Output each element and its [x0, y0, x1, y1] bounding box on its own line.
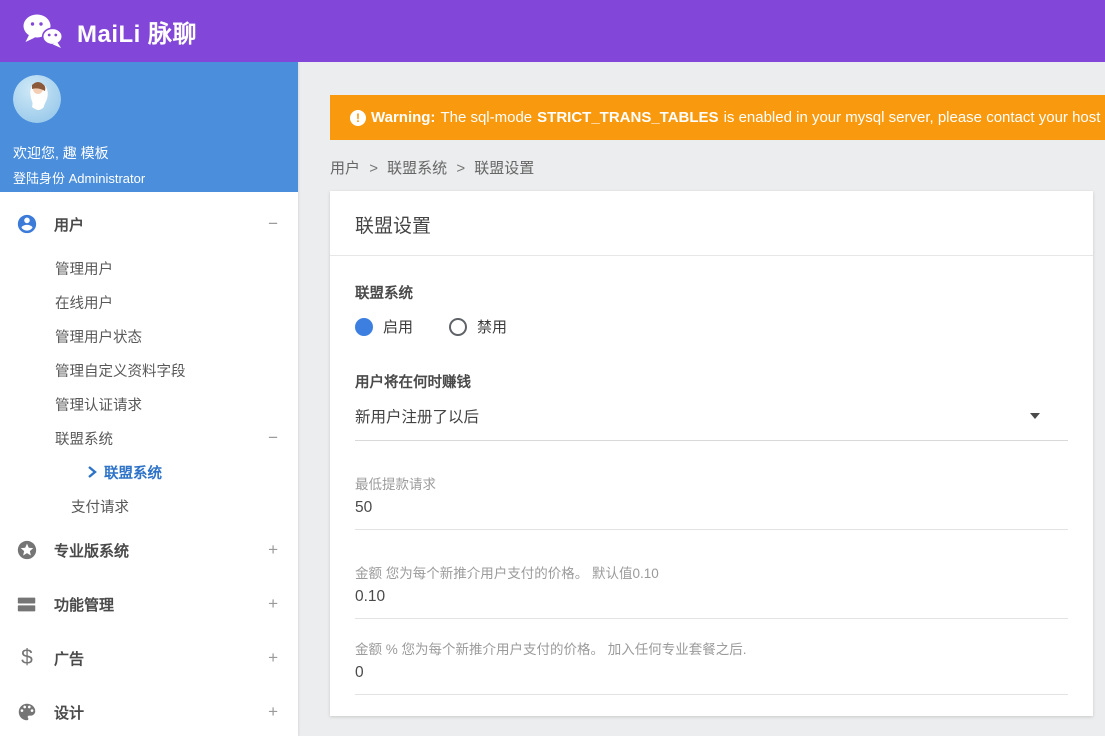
sidebar-nav: 用户 − 管理用户 在线用户 管理用户状态 管理自定义资料字段 管理认证请求 联… — [0, 192, 298, 736]
expand-toggle[interactable]: + — [268, 540, 278, 560]
expand-toggle[interactable]: + — [268, 648, 278, 668]
affiliate-settings-form: 联盟系统 启用 禁用 用户将在何时赚钱 新用户注册了以后 最低提款请求 50 金… — [330, 256, 1093, 716]
earning-time-select[interactable]: 新用户注册了以后 — [355, 405, 1068, 441]
expand-toggle[interactable]: + — [268, 702, 278, 722]
sidebar-item-design[interactable]: 设计 + — [0, 685, 298, 736]
warning-text-pre: The sql-mode — [440, 109, 533, 126]
collapse-toggle[interactable]: − — [268, 428, 278, 448]
dollar-sign-icon: $ — [21, 646, 33, 669]
sidebar-item-affiliate-group[interactable]: 联盟系统 − — [0, 421, 298, 455]
breadcrumb: 用户 > 联盟系统 > 联盟设置 — [330, 157, 1105, 178]
account-circle-icon — [16, 213, 38, 235]
sidebar: 欢迎您, 趣 模板 登陆身份 Administrator 用户 − 管理用户 在… — [0, 62, 298, 736]
referral-percent-label: 金额 % 您为每个新推介用户支付的价格。 加入任何专业套餐之后. — [355, 642, 747, 657]
collapse-toggle[interactable]: − — [268, 214, 278, 234]
earning-time-selected-value: 新用户注册了以后 — [355, 409, 480, 426]
earning-time-group: 用户将在何时赚钱 新用户注册了以后 — [355, 371, 1068, 441]
warning-label: Warning: — [371, 109, 436, 126]
stacked-bars-icon — [16, 593, 38, 615]
affiliate-system-group: 联盟系统 启用 禁用 — [355, 282, 1068, 337]
sidebar-item-features[interactable]: 功能管理 + — [0, 577, 298, 631]
app-header: MaiLi 脉聊 — [0, 0, 1105, 62]
sidebar-item-online-users[interactable]: 在线用户 — [0, 285, 298, 319]
breadcrumb-users[interactable]: 用户 — [330, 160, 360, 177]
palette-icon — [16, 701, 38, 723]
chevron-right-icon — [87, 466, 97, 478]
card-title: 联盟设置 — [330, 191, 1093, 256]
breadcrumb-affiliate-system[interactable]: 联盟系统 — [387, 160, 447, 177]
affiliate-system-label: 联盟系统 — [355, 286, 413, 302]
sidebar-item-manage-users[interactable]: 管理用户 — [0, 251, 298, 285]
main-content: ! Warning: The sql-mode STRICT_TRANS_TAB… — [298, 62, 1105, 736]
sidebar-user-panel: 欢迎您, 趣 模板 登陆身份 Administrator — [0, 62, 298, 192]
radio-disable[interactable]: 禁用 — [449, 316, 507, 337]
wechat-logo-icon — [22, 12, 64, 50]
welcome-text: 欢迎您, 趣 模板 — [13, 145, 109, 161]
sidebar-item-payment-requests[interactable]: 支付请求 — [0, 489, 298, 523]
radio-enable-label: 启用 — [383, 319, 414, 336]
affiliate-system-radio-group: 启用 禁用 — [355, 316, 1068, 337]
radio-selected-icon[interactable] — [355, 317, 373, 336]
nav-label-users: 用户 — [54, 216, 85, 234]
breadcrumb-separator: > — [456, 160, 466, 177]
radio-enable[interactable]: 启用 — [355, 316, 413, 337]
warning-text-post: is enabled in your mysql server, please … — [723, 109, 1105, 126]
expand-toggle[interactable]: + — [268, 594, 278, 614]
referral-amount-group: 金额 您为每个新推介用户支付的价格。 默认值0.10 0.10 — [355, 562, 1068, 619]
affiliate-settings-card: 联盟设置 联盟系统 启用 禁用 用户将在何时赚钱 新用户注册了以后 最低提款请求… — [330, 191, 1093, 716]
warning-sql-mode: STRICT_TRANS_TABLES — [537, 109, 719, 126]
sidebar-item-user-status[interactable]: 管理用户状态 — [0, 319, 298, 353]
referral-amount-label: 金额 您为每个新推介用户支付的价格。 默认值0.10 — [355, 566, 659, 581]
min-withdrawal-input[interactable]: 50 — [355, 499, 1068, 530]
referral-percent-input[interactable]: 0 — [355, 664, 1068, 695]
caret-down-icon — [1030, 413, 1040, 419]
exclamation-circle-icon: ! — [350, 109, 366, 126]
sidebar-item-affiliate-settings[interactable]: 联盟系统 — [0, 455, 298, 489]
sidebar-item-custom-fields[interactable]: 管理自定义资料字段 — [0, 353, 298, 387]
warning-banner: ! Warning: The sql-mode STRICT_TRANS_TAB… — [330, 95, 1105, 140]
min-withdrawal-group: 最低提款请求 50 — [355, 473, 1068, 530]
role-text: 登陆身份 Administrator — [13, 171, 146, 186]
min-withdrawal-label: 最低提款请求 — [355, 477, 436, 492]
app-title: MaiLi 脉聊 — [77, 20, 198, 48]
nav-label-design: 设计 — [54, 704, 85, 722]
sidebar-item-ads[interactable]: $ 广告 + — [0, 631, 298, 685]
nav-label-ads: 广告 — [54, 650, 85, 668]
referral-amount-input[interactable]: 0.10 — [355, 588, 1068, 619]
sidebar-item-users[interactable]: 用户 − — [0, 197, 298, 251]
earning-time-label: 用户将在何时赚钱 — [355, 375, 471, 391]
sidebar-item-pro[interactable]: 专业版系统 + — [0, 523, 298, 577]
nav-label-features: 功能管理 — [54, 596, 115, 614]
referral-percent-group: 金额 % 您为每个新推介用户支付的价格。 加入任何专业套餐之后. 0 — [355, 638, 1068, 695]
star-circle-icon — [16, 539, 38, 561]
breadcrumb-affiliate-settings: 联盟设置 — [474, 160, 535, 177]
breadcrumb-separator: > — [369, 160, 378, 177]
nav-label-pro: 专业版系统 — [54, 542, 130, 560]
radio-disable-label: 禁用 — [477, 319, 508, 336]
avatar[interactable] — [13, 75, 61, 123]
sidebar-item-verification-requests[interactable]: 管理认证请求 — [0, 387, 298, 421]
radio-unselected-icon[interactable] — [449, 317, 468, 336]
